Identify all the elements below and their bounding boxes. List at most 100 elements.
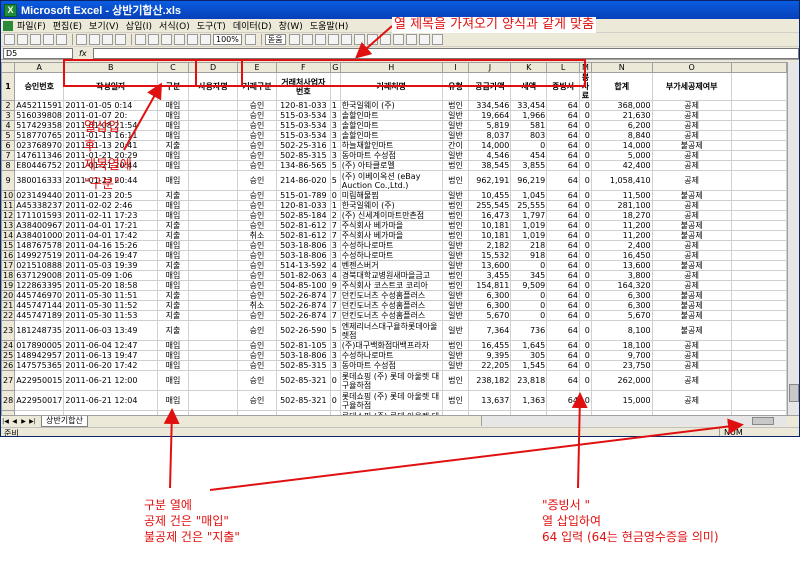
data-cell[interactable]: 2011-02-02 2:46 — [63, 200, 159, 211]
data-cell[interactable]: 법인 — [441, 210, 470, 221]
data-cell[interactable]: 10,181 — [468, 220, 512, 231]
data-cell[interactable]: 공제 — [651, 100, 732, 111]
data-cell[interactable] — [730, 310, 787, 321]
data-cell[interactable]: 승인 — [237, 110, 277, 121]
data-cell[interactable]: 2,400 — [590, 240, 653, 251]
row-header[interactable]: 28 — [1, 390, 16, 411]
data-cell[interactable]: 승인 — [237, 260, 277, 271]
data-cell[interactable]: 솔할인마트 — [339, 130, 443, 141]
data-cell[interactable]: 0 — [578, 100, 592, 111]
data-cell[interactable]: 1,045 — [510, 190, 548, 201]
data-cell[interactable]: 일반 — [441, 360, 470, 371]
column-header[interactable]: K — [510, 62, 548, 73]
data-cell[interactable]: 7 — [329, 300, 341, 311]
column-header[interactable]: B — [63, 62, 159, 73]
data-cell[interactable]: 5,670 — [468, 310, 512, 321]
data-cell[interactable] — [730, 290, 787, 301]
field-header-cell[interactable]: 봉사료 — [578, 72, 592, 101]
data-cell[interactable]: 502-85-184 — [275, 210, 331, 221]
row-header[interactable]: 5 — [1, 130, 16, 141]
worksheet-grid[interactable]: A B C D E F G H I J K L M N O 1 승인번호 작성일자 구분 사용자명 거래구분 거래처사업자… — [1, 62, 787, 415]
data-cell[interactable]: 96,219 — [510, 170, 548, 191]
data-cell[interactable]: 불공제 — [651, 230, 732, 241]
data-cell[interactable]: 불공제 — [651, 140, 732, 151]
data-cell[interactable]: 0 — [578, 310, 592, 321]
data-cell[interactable]: 0 — [578, 270, 592, 281]
field-header-cell[interactable]: 거래구분 — [237, 72, 277, 101]
data-cell[interactable]: 64 — [546, 170, 580, 191]
data-cell[interactable]: 일반 — [441, 150, 470, 161]
paste-icon[interactable] — [102, 34, 113, 45]
data-cell[interactable]: 2011-04-16 15:26 — [63, 240, 159, 251]
data-cell[interactable]: 218 — [510, 240, 548, 251]
field-header-cell[interactable]: 거래처명 — [339, 72, 443, 101]
data-cell[interactable]: 2011-06-20 17:42 — [63, 360, 159, 371]
row-header[interactable]: 18 — [1, 270, 16, 281]
data-cell[interactable]: 345 — [510, 270, 548, 281]
data-cell[interactable]: 0 — [510, 300, 548, 311]
data-cell[interactable]: 승인 — [237, 210, 277, 221]
data-cell[interactable]: 181248735 — [14, 320, 65, 341]
data-cell[interactable]: 4 — [329, 270, 341, 281]
data-cell[interactable]: 지출 — [157, 310, 189, 321]
data-cell[interactable] — [187, 260, 239, 271]
data-cell[interactable]: 255,545 — [468, 200, 512, 211]
data-cell[interactable]: 매입 — [157, 200, 189, 211]
data-cell[interactable]: 솔할인마트 — [339, 120, 443, 131]
data-cell[interactable]: 지출 — [157, 230, 189, 241]
data-cell[interactable] — [187, 320, 239, 341]
data-cell[interactable]: 64 — [546, 150, 580, 161]
data-cell[interactable]: 0 — [578, 160, 592, 171]
data-cell[interactable]: 445746970 — [14, 290, 65, 301]
data-cell[interactable] — [187, 230, 239, 241]
data-cell[interactable]: 502-85-315 — [275, 360, 331, 371]
data-cell[interactable] — [187, 140, 239, 151]
chart-wizard-icon[interactable] — [200, 34, 211, 45]
data-cell[interactable]: 33,454 — [510, 100, 548, 111]
data-cell[interactable]: 517429358 — [14, 120, 65, 131]
data-cell[interactable] — [730, 250, 787, 261]
data-cell[interactable]: 공제 — [651, 280, 732, 291]
data-cell[interactable]: 승인 — [237, 320, 277, 341]
data-cell[interactable]: 502-85-315 — [275, 150, 331, 161]
data-cell[interactable]: 2011-06-04 12:47 — [63, 340, 159, 351]
column-header[interactable]: O — [651, 62, 732, 73]
data-cell[interactable]: 지출 — [157, 220, 189, 231]
align-center-icon[interactable] — [340, 34, 352, 45]
data-cell[interactable]: 3 — [329, 350, 341, 361]
data-cell[interactable]: 305 — [510, 350, 548, 361]
data-cell[interactable]: 매입 — [157, 370, 189, 391]
column-header[interactable]: C — [157, 62, 189, 73]
data-cell[interactable] — [187, 190, 239, 201]
data-cell[interactable]: 023149440 — [14, 190, 65, 201]
data-cell[interactable]: 64 — [546, 110, 580, 121]
data-cell[interactable]: 334,546 — [468, 100, 512, 111]
data-cell[interactable]: 502-85-321 — [275, 390, 331, 411]
row-header[interactable]: 7 — [1, 150, 16, 161]
data-cell[interactable]: 승인 — [237, 370, 277, 391]
data-cell[interactable]: 매입 — [157, 100, 189, 111]
menu-edit[interactable]: 편집(E) — [53, 19, 82, 32]
data-cell[interactable]: 5,670 — [590, 310, 653, 321]
data-cell[interactable]: 516039808 — [14, 110, 65, 121]
row-header[interactable]: 25 — [1, 350, 16, 361]
data-cell[interactable]: 6,300 — [468, 300, 512, 311]
column-header[interactable]: M — [578, 62, 592, 73]
data-cell[interactable]: 승인 — [237, 220, 277, 231]
menu-tools[interactable]: 도구(T) — [197, 19, 226, 32]
merge-center-icon[interactable] — [366, 34, 378, 45]
data-cell[interactable]: 0 — [578, 220, 592, 231]
data-cell[interactable]: 0 — [578, 150, 592, 161]
data-cell[interactable]: 64 — [546, 220, 580, 231]
data-cell[interactable]: 515-03-534 — [275, 130, 331, 141]
data-cell[interactable]: 502-26-874 — [275, 290, 331, 301]
data-cell[interactable]: 2011-05-30 11:51 — [63, 290, 159, 301]
data-cell[interactable]: 16,450 — [590, 250, 653, 261]
data-cell[interactable]: 0 — [578, 370, 592, 391]
data-cell[interactable] — [187, 370, 239, 391]
print-icon[interactable] — [43, 34, 54, 45]
data-cell[interactable]: 0 — [578, 350, 592, 361]
data-cell[interactable]: 64 — [546, 230, 580, 241]
data-cell[interactable]: 262,000 — [590, 370, 653, 391]
data-cell[interactable] — [187, 270, 239, 281]
